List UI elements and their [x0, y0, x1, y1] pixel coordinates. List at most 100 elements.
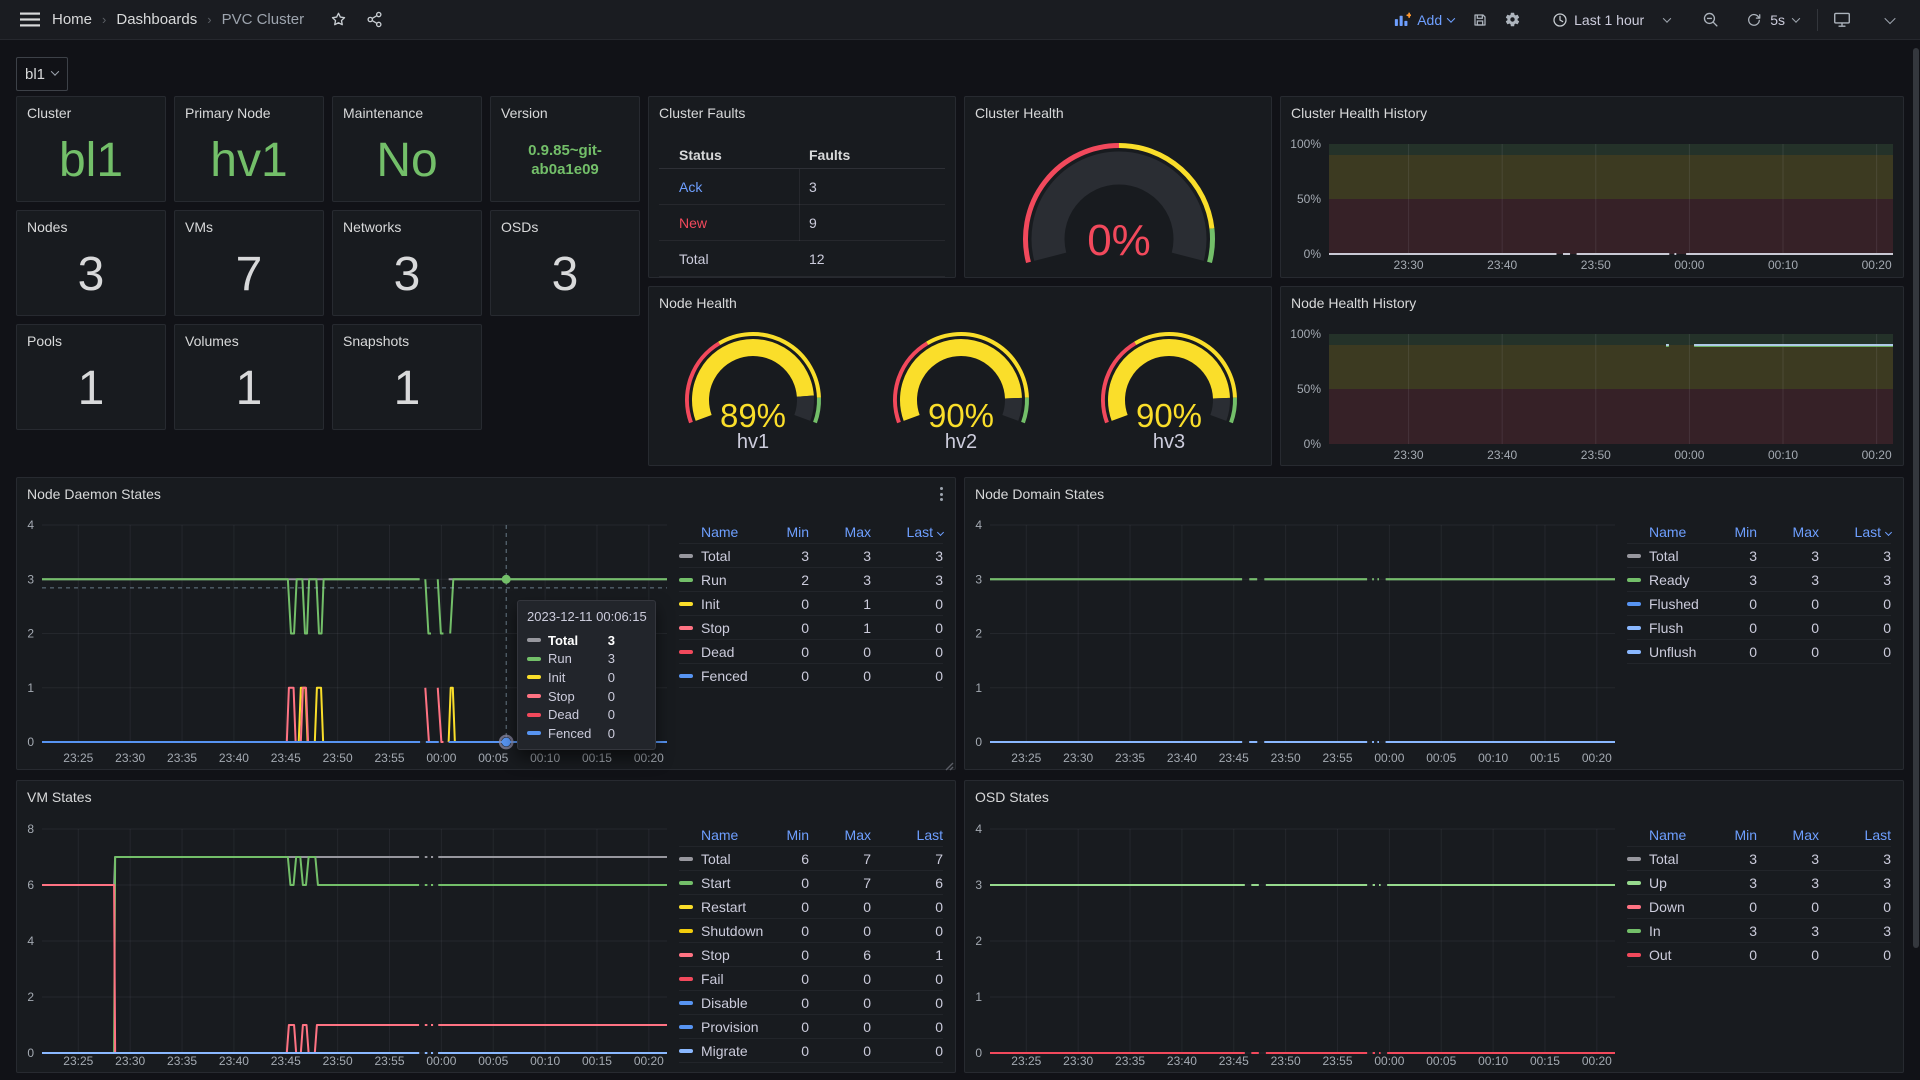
refresh-picker[interactable]: 5s — [1738, 12, 1807, 28]
save-icon — [1472, 12, 1488, 28]
legend-header-last[interactable]: Last — [871, 827, 943, 843]
legend-header-min[interactable]: Min — [1705, 827, 1757, 843]
breadcrumb-dashboards[interactable]: Dashboards — [116, 11, 197, 28]
stat-panel-pools: Pools1 — [16, 324, 166, 430]
legend-row-stop[interactable]: Stop010 — [679, 616, 943, 640]
legend-row-fenced[interactable]: Fenced000 — [679, 664, 943, 688]
y-axis-label: 1 — [975, 681, 982, 695]
legend-max-value: 6 — [809, 947, 871, 963]
legend-row-provision[interactable]: Provision000 — [679, 1015, 943, 1039]
legend-series-name: Dead — [701, 644, 757, 660]
y-axis-label: 0% — [1304, 247, 1322, 261]
legend-header-name[interactable]: Name — [679, 827, 757, 843]
legend-header-min[interactable]: Min — [757, 524, 809, 540]
legend-header-name[interactable]: Name — [1627, 827, 1705, 843]
legend-row-migrate[interactable]: Migrate000 — [679, 1039, 943, 1063]
legend-header-max[interactable]: Max — [1757, 827, 1819, 843]
legend-row-restart[interactable]: Restart000 — [679, 895, 943, 919]
legend-row-stop[interactable]: Stop061 — [679, 943, 943, 967]
legend-series-name: Total — [1649, 548, 1705, 564]
faults-status-label[interactable]: New — [659, 215, 809, 231]
x-axis-label: 00:10 — [1478, 1054, 1508, 1068]
legend-header-max[interactable]: Max — [1757, 524, 1819, 540]
legend-row-in[interactable]: In333 — [1627, 919, 1891, 943]
time-range-picker[interactable]: Last 1 hour — [1544, 12, 1678, 28]
legend-series-swatch — [1627, 626, 1641, 630]
legend-row-init[interactable]: Init010 — [679, 592, 943, 616]
legend-row-flushed[interactable]: Flushed000 — [1627, 592, 1891, 616]
save-dashboard-button[interactable] — [1466, 6, 1494, 34]
legend-row-flush[interactable]: Flush000 — [1627, 616, 1891, 640]
legend-series-name: Stop — [701, 620, 757, 636]
panel-resize-handle[interactable] — [944, 758, 954, 768]
series-stop — [42, 885, 419, 1053]
legend-row-unflush[interactable]: Unflush000 — [1627, 640, 1891, 664]
collapse-toolbar-button[interactable] — [1876, 6, 1904, 34]
add-panel-label: Add — [1417, 12, 1442, 28]
favorite-star-button[interactable] — [324, 6, 352, 34]
breadcrumb-current-dashboard[interactable]: PVC Cluster — [222, 11, 305, 28]
legend-header-min[interactable]: Min — [1705, 524, 1757, 540]
x-axis-label: 00:20 — [634, 1054, 664, 1068]
x-axis-label: 23:55 — [1322, 1054, 1352, 1068]
legend-row-disable[interactable]: Disable000 — [679, 991, 943, 1015]
menu-toggle-button[interactable] — [16, 6, 44, 34]
legend-max-value: 1 — [809, 596, 871, 612]
dashboard-settings-button[interactable] — [1498, 6, 1526, 34]
legend-series-name: Total — [1649, 851, 1705, 867]
x-axis-label: 00:05 — [1426, 751, 1456, 765]
legend-last-value: 3 — [1819, 572, 1891, 588]
legend-row-total[interactable]: Total333 — [1627, 847, 1891, 871]
faults-row-new: New9 — [659, 205, 945, 241]
legend-row-ready[interactable]: Ready333 — [1627, 568, 1891, 592]
variable-picker-cluster[interactable]: bl1 — [16, 57, 68, 91]
cluster-health-history-chart: 0%50%100%23:3023:4023:5000:0000:1000:20 — [1281, 97, 1905, 279]
panel-menu-button[interactable] — [933, 486, 949, 502]
cluster-faults-panel: Cluster FaultsStatusFaultsAck3New9Total1… — [648, 96, 956, 278]
legend-header-last[interactable]: Last — [871, 524, 943, 540]
legend-last-value: 6 — [871, 875, 943, 891]
monitor-icon — [1833, 12, 1851, 28]
legend-header-last[interactable]: Last — [1819, 827, 1891, 843]
zoom-out-time-button[interactable] — [1696, 6, 1724, 34]
legend-header-last[interactable]: Last — [1819, 524, 1891, 540]
legend-header-name[interactable]: Name — [679, 524, 757, 540]
page-scrollbar-thumb[interactable] — [1913, 48, 1919, 948]
legend-series-swatch — [1627, 953, 1641, 957]
share-dashboard-button[interactable] — [360, 6, 388, 34]
faults-status-label[interactable]: Ack — [659, 179, 809, 195]
y-axis-label: 0 — [27, 1046, 34, 1060]
legend-row-dead[interactable]: Dead000 — [679, 640, 943, 664]
legend-row-fail[interactable]: Fail000 — [679, 967, 943, 991]
legend-row-down[interactable]: Down000 — [1627, 895, 1891, 919]
legend-header-name[interactable]: Name — [1627, 524, 1705, 540]
node-health-name-hv3: hv3 — [1153, 431, 1185, 453]
legend-row-total[interactable]: Total333 — [1627, 544, 1891, 568]
legend-max-value: 0 — [1757, 644, 1819, 660]
legend-min-value: 0 — [757, 668, 809, 684]
osd-states-panel: OSD States0123423:2523:3023:3523:4023:45… — [964, 780, 1904, 1073]
breadcrumb-home[interactable]: Home — [52, 11, 92, 28]
legend-last-value: 0 — [871, 668, 943, 684]
node-health-panel: Node Health89%hv190%hv290%hv3 — [648, 286, 1272, 466]
legend-row-up[interactable]: Up333 — [1627, 871, 1891, 895]
x-axis-label: 00:15 — [582, 751, 612, 765]
legend-last-value: 0 — [1819, 899, 1891, 915]
legend-row-run[interactable]: Run233 — [679, 568, 943, 592]
y-axis-label: 2 — [975, 627, 982, 641]
add-panel-button[interactable]: Add — [1386, 12, 1462, 28]
legend-row-total[interactable]: Total677 — [679, 847, 943, 871]
legend-row-out[interactable]: Out000 — [1627, 943, 1891, 967]
series-stop — [425, 688, 431, 742]
chevron-down-icon — [1884, 12, 1895, 23]
legend-header: NameMinMaxLast — [1627, 520, 1891, 544]
legend-row-total[interactable]: Total333 — [679, 544, 943, 568]
legend-row-shutdown[interactable]: Shutdown000 — [679, 919, 943, 943]
legend-row-start[interactable]: Start076 — [679, 871, 943, 895]
legend-max-value: 0 — [1757, 947, 1819, 963]
legend-max-value: 0 — [809, 668, 871, 684]
kiosk-mode-button[interactable] — [1828, 6, 1856, 34]
legend-header-max[interactable]: Max — [809, 524, 871, 540]
legend-header-min[interactable]: Min — [757, 827, 809, 843]
legend-header-max[interactable]: Max — [809, 827, 871, 843]
